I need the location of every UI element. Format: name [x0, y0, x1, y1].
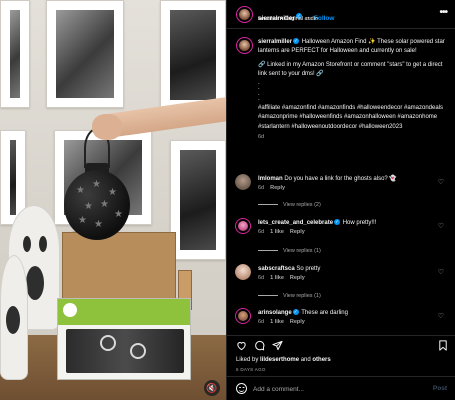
more-horizontal-icon[interactable]: •••	[439, 7, 447, 18]
comment-text: So pretty	[296, 266, 321, 272]
comment-likes[interactable]: 1 like	[270, 319, 284, 325]
add-comment-bar: Post	[227, 376, 455, 400]
comments-scroll-area[interactable]: sierralmiller ✓ Halloween Amazon Find ✨ T…	[227, 30, 455, 335]
picture-frame	[170, 140, 226, 260]
picture-frame	[160, 0, 226, 110]
post-panel: sierralmiller ✓ • Follow ianasher • Origi…	[226, 0, 455, 400]
view-replies-button[interactable]: View replies (2)	[258, 202, 321, 208]
avatar[interactable]	[235, 308, 251, 324]
comment-text: These are darling	[301, 310, 348, 316]
speaker-muted-icon[interactable]: 🔇	[204, 380, 220, 396]
verified-badge-icon: ✓	[293, 38, 300, 45]
comment-username[interactable]: arinsolange	[258, 310, 292, 316]
heart-icon[interactable]: ♡	[438, 312, 444, 320]
caption-dots: . . . .	[258, 80, 260, 102]
comment-input[interactable]	[253, 383, 423, 395]
bookmark-icon[interactable]	[438, 340, 448, 351]
post-date[interactable]: 6 DAYS AGO	[236, 367, 266, 372]
view-replies-button[interactable]: View replies (1)	[258, 248, 321, 254]
reply-button[interactable]: Reply	[290, 275, 305, 281]
comment-username[interactable]: lets_create_and_celebrate	[258, 220, 333, 226]
avatar[interactable]	[235, 264, 251, 280]
comment-username[interactable]: lmloman	[258, 176, 283, 182]
brand-logo-icon	[63, 303, 77, 317]
picture-frame	[46, 0, 124, 108]
comment-text: Do you have a link for the ghosts also? …	[284, 176, 397, 182]
star-lantern: ★ ★ ★ ★ ★ ★ ★ ★	[64, 170, 130, 240]
comment-likes[interactable]: 1 like	[270, 229, 284, 235]
caption-username[interactable]: sierralmiller	[258, 39, 292, 45]
comment-time: 6d	[258, 319, 265, 325]
hand	[92, 114, 122, 140]
liked-by-user[interactable]: lildeserthome	[260, 357, 299, 363]
send-icon[interactable]	[272, 340, 283, 351]
comment-text: How pretty!!!	[342, 220, 377, 226]
caption: sierralmiller ✓ Halloween Amazon Find ✨ T…	[258, 38, 448, 142]
verified-badge-icon: ✓	[334, 219, 341, 226]
view-replies-button[interactable]: View replies (1)	[258, 293, 321, 299]
avatar[interactable]	[235, 218, 251, 234]
heart-icon[interactable]: ♡	[438, 178, 444, 186]
product-box	[57, 298, 191, 380]
heart-icon[interactable]	[236, 340, 247, 351]
reply-button[interactable]: Reply	[290, 229, 305, 235]
smiley-icon[interactable]	[236, 383, 247, 394]
verified-badge-icon: ✓	[292, 309, 299, 316]
heart-icon[interactable]: ♡	[438, 222, 444, 230]
likes-summary: Liked by lildeserthome and others	[236, 357, 331, 363]
reply-button[interactable]: Reply	[270, 185, 285, 191]
likes-others-link[interactable]: others	[312, 357, 330, 363]
reply-button[interactable]: Reply	[290, 319, 305, 325]
post-header: sierralmiller ✓ • Follow ianasher • Origi…	[227, 0, 455, 29]
caption-time: 6d	[258, 133, 265, 140]
heart-icon[interactable]: ♡	[438, 268, 444, 276]
ghost-decoration	[0, 255, 28, 380]
action-bar	[227, 335, 455, 355]
picture-frame	[0, 0, 30, 108]
comment-icon[interactable]	[254, 340, 265, 351]
post-button[interactable]: Post	[433, 385, 447, 392]
audio-label[interactable]: ianasher • Original audio	[258, 16, 318, 22]
avatar[interactable]	[236, 37, 253, 54]
comment-likes[interactable]: 1 like	[270, 275, 284, 281]
comment-time: 6d	[258, 229, 265, 235]
comment-time: 6d	[258, 275, 265, 281]
avatar[interactable]	[235, 174, 251, 190]
post-media[interactable]: ★ ★ ★ ★ ★ ★ ★ ★ 🔇	[0, 0, 226, 400]
caption-link-text: 🔗 Linked in my Amazon Storefront or comm…	[258, 61, 443, 77]
caption-hashtags[interactable]: #affiliate #amazonfind #amazonfinds #hal…	[258, 104, 448, 132]
comment-time: 6d	[258, 185, 265, 191]
comment-username[interactable]: sabscraftsca	[258, 266, 295, 272]
avatar[interactable]	[236, 6, 253, 23]
